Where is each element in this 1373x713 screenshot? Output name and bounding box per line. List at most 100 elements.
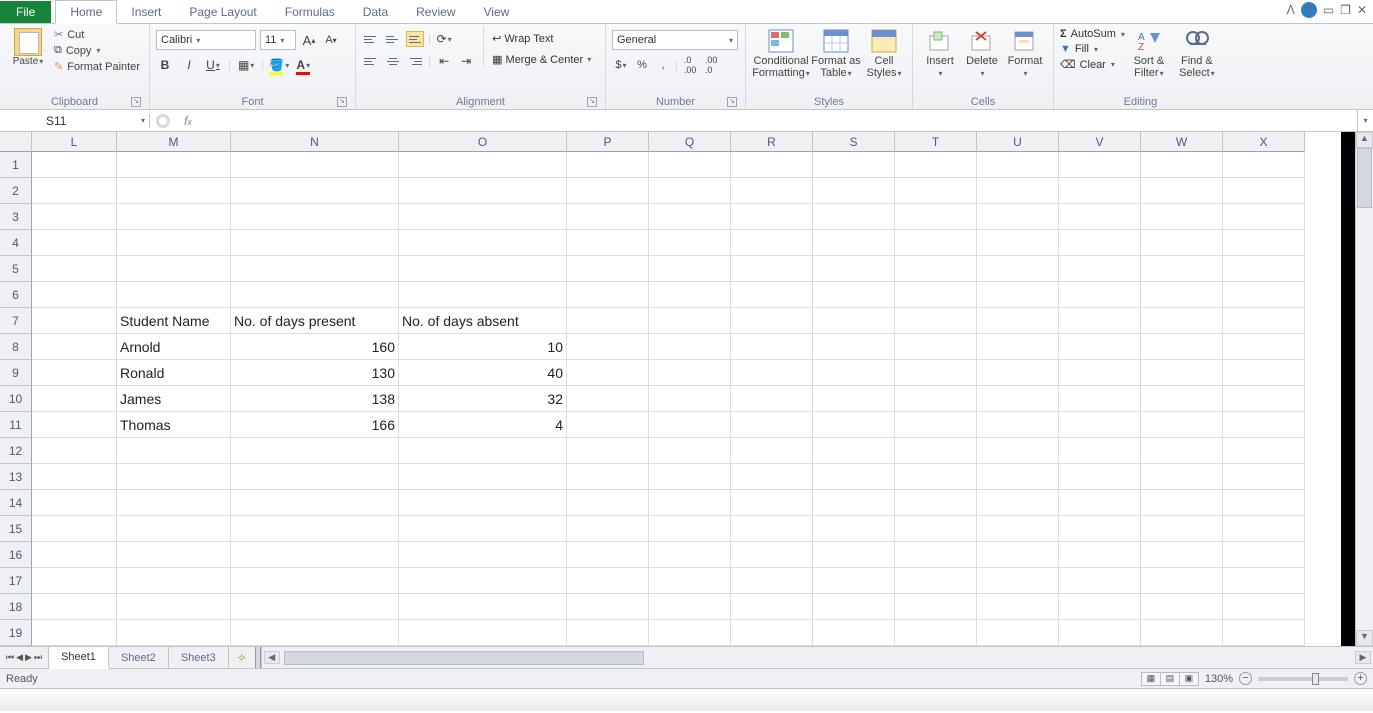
sort-filter-button[interactable]: AZSort & Filter▾ bbox=[1125, 26, 1173, 80]
cell-X8[interactable] bbox=[1223, 334, 1305, 360]
row-header-9[interactable]: 9 bbox=[0, 360, 32, 386]
cell-O10[interactable]: 32 bbox=[399, 386, 567, 412]
cell-L18[interactable] bbox=[32, 594, 117, 620]
cell-S11[interactable] bbox=[813, 412, 895, 438]
cell-R11[interactable] bbox=[731, 412, 813, 438]
cell-L14[interactable] bbox=[32, 490, 117, 516]
window-minimize-icon[interactable]: ▭ bbox=[1323, 3, 1334, 17]
col-header-U[interactable]: U bbox=[977, 132, 1059, 152]
col-header-R[interactable]: R bbox=[731, 132, 813, 152]
cell-M9[interactable]: Ronald bbox=[117, 360, 231, 386]
cell-O1[interactable] bbox=[399, 152, 567, 178]
cell-M16[interactable] bbox=[117, 542, 231, 568]
cell-M3[interactable] bbox=[117, 204, 231, 230]
cell-X14[interactable] bbox=[1223, 490, 1305, 516]
format-painter-button[interactable]: ✎Format Painter bbox=[54, 60, 140, 73]
cell-L12[interactable] bbox=[32, 438, 117, 464]
cell-M8[interactable]: Arnold bbox=[117, 334, 231, 360]
cell-L1[interactable] bbox=[32, 152, 117, 178]
cell-O3[interactable] bbox=[399, 204, 567, 230]
sheet-tab-3[interactable]: Sheet3 bbox=[169, 647, 229, 668]
cell-U5[interactable] bbox=[977, 256, 1059, 282]
cell-M5[interactable] bbox=[117, 256, 231, 282]
cell-W4[interactable] bbox=[1141, 230, 1223, 256]
align-middle-button[interactable] bbox=[384, 31, 402, 47]
sheet-tab-1[interactable]: Sheet1 bbox=[49, 647, 109, 669]
sheet-tab-2[interactable]: Sheet2 bbox=[109, 647, 169, 668]
cell-O6[interactable] bbox=[399, 282, 567, 308]
scroll-up-icon[interactable]: ▲ bbox=[1356, 132, 1373, 148]
cell-O18[interactable] bbox=[399, 594, 567, 620]
row-header-8[interactable]: 8 bbox=[0, 334, 32, 360]
cell-T2[interactable] bbox=[895, 178, 977, 204]
cell-U19[interactable] bbox=[977, 620, 1059, 646]
row-header-1[interactable]: 1 bbox=[0, 152, 32, 178]
cell-Q17[interactable] bbox=[649, 568, 731, 594]
cell-M15[interactable] bbox=[117, 516, 231, 542]
cell-L17[interactable] bbox=[32, 568, 117, 594]
cell-S7[interactable] bbox=[813, 308, 895, 334]
copy-button[interactable]: ⧉Copy▾ bbox=[54, 44, 140, 57]
cell-N7[interactable]: No. of days present bbox=[231, 308, 399, 334]
cell-U16[interactable] bbox=[977, 542, 1059, 568]
cells-area[interactable]: Student NameNo. of days presentNo. of da… bbox=[32, 152, 1305, 646]
cell-T1[interactable] bbox=[895, 152, 977, 178]
cell-U4[interactable] bbox=[977, 230, 1059, 256]
row-header-4[interactable]: 4 bbox=[0, 230, 32, 256]
zoom-in-button[interactable]: + bbox=[1354, 672, 1367, 685]
cell-styles-button[interactable]: Cell Styles▾ bbox=[862, 26, 906, 80]
cell-U18[interactable] bbox=[977, 594, 1059, 620]
row-header-5[interactable]: 5 bbox=[0, 256, 32, 282]
cell-V9[interactable] bbox=[1059, 360, 1141, 386]
cell-T4[interactable] bbox=[895, 230, 977, 256]
cell-R1[interactable] bbox=[731, 152, 813, 178]
scroll-left-icon[interactable]: ◀ bbox=[264, 651, 280, 664]
cell-O5[interactable] bbox=[399, 256, 567, 282]
sheet-nav-buttons[interactable]: ⏮◀▶⏭ bbox=[0, 647, 49, 668]
cell-O13[interactable] bbox=[399, 464, 567, 490]
cell-N9[interactable]: 130 bbox=[231, 360, 399, 386]
cell-M14[interactable] bbox=[117, 490, 231, 516]
cell-L7[interactable] bbox=[32, 308, 117, 334]
cell-O12[interactable] bbox=[399, 438, 567, 464]
cell-P18[interactable] bbox=[567, 594, 649, 620]
col-header-N[interactable]: N bbox=[231, 132, 399, 152]
cell-M2[interactable] bbox=[117, 178, 231, 204]
cell-W3[interactable] bbox=[1141, 204, 1223, 230]
cell-L13[interactable] bbox=[32, 464, 117, 490]
cell-Q5[interactable] bbox=[649, 256, 731, 282]
cell-S1[interactable] bbox=[813, 152, 895, 178]
cell-X15[interactable] bbox=[1223, 516, 1305, 542]
cell-P13[interactable] bbox=[567, 464, 649, 490]
cell-N16[interactable] bbox=[231, 542, 399, 568]
cell-R17[interactable] bbox=[731, 568, 813, 594]
cell-U12[interactable] bbox=[977, 438, 1059, 464]
cell-Q13[interactable] bbox=[649, 464, 731, 490]
cell-Q9[interactable] bbox=[649, 360, 731, 386]
cell-P10[interactable] bbox=[567, 386, 649, 412]
cell-S2[interactable] bbox=[813, 178, 895, 204]
row-header-18[interactable]: 18 bbox=[0, 594, 32, 620]
align-top-button[interactable] bbox=[362, 31, 380, 47]
normal-view-icon[interactable]: ▦ bbox=[1141, 672, 1161, 686]
cell-N17[interactable] bbox=[231, 568, 399, 594]
cell-W11[interactable] bbox=[1141, 412, 1223, 438]
autosum-button[interactable]: ΣAutoSum▾ bbox=[1060, 28, 1125, 40]
cell-O16[interactable] bbox=[399, 542, 567, 568]
cell-M4[interactable] bbox=[117, 230, 231, 256]
delete-cells-button[interactable]: Delete▾ bbox=[961, 26, 1003, 80]
tab-formulas[interactable]: Formulas bbox=[271, 1, 349, 23]
paste-button[interactable]: Paste▾ bbox=[13, 56, 44, 67]
minimize-ribbon-icon[interactable]: ᐱ bbox=[1287, 3, 1295, 17]
currency-button[interactable]: $▾ bbox=[612, 56, 630, 74]
paste-icon[interactable] bbox=[14, 28, 42, 56]
cell-P6[interactable] bbox=[567, 282, 649, 308]
clipboard-launcher[interactable]: ↘ bbox=[131, 97, 141, 107]
row-header-17[interactable]: 17 bbox=[0, 568, 32, 594]
cell-P8[interactable] bbox=[567, 334, 649, 360]
cell-M18[interactable] bbox=[117, 594, 231, 620]
row-header-6[interactable]: 6 bbox=[0, 282, 32, 308]
cell-X19[interactable] bbox=[1223, 620, 1305, 646]
cell-O19[interactable] bbox=[399, 620, 567, 646]
align-bottom-button[interactable] bbox=[406, 31, 424, 47]
